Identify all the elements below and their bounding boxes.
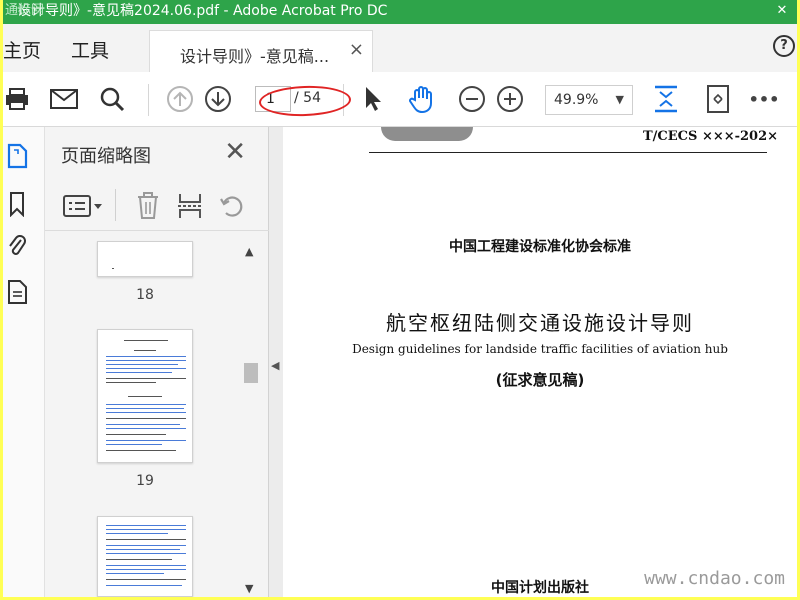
header-rule <box>369 152 767 153</box>
close-tab-icon[interactable]: × <box>349 39 364 60</box>
toolbar-separator <box>148 84 149 116</box>
rotate-page-icon[interactable] <box>217 191 247 221</box>
document-title-en: Design guidelines for landside traffic f… <box>352 342 728 356</box>
bookmark-icon[interactable] <box>3 187 31 221</box>
title-watermark: 通标网 <box>5 3 45 18</box>
search-icon[interactable] <box>97 84 127 114</box>
delete-page-icon[interactable] <box>133 191 163 221</box>
close-panel-icon[interactable]: ✕ <box>224 137 246 167</box>
thumbnail-options-icon[interactable] <box>63 191 103 221</box>
fit-page-icon[interactable] <box>651 84 681 114</box>
collapse-left-icon: ◀ <box>271 359 280 372</box>
print-icon[interactable] <box>3 84 33 114</box>
email-icon[interactable] <box>49 84 79 114</box>
previous-page-icon[interactable] <box>165 84 195 114</box>
close-window-button[interactable]: ✕ <box>767 0 797 24</box>
draft-label: (征求意见稿) <box>495 371 585 389</box>
site-watermark: www.cndao.com <box>644 568 785 589</box>
panel-collapse-handle[interactable]: ◀ <box>269 127 283 597</box>
main-toolbar: 1 / 54 49.9% ▼ ••• <box>3 72 797 127</box>
page-thumbnails-panel: 页面缩略图 ✕ 18 19 ▲ ▼ <box>45 127 269 597</box>
thumbnail-page-19[interactable] <box>97 329 193 463</box>
thumbnail-page-number: 19 <box>136 473 154 489</box>
pdf-page: T/CECS ×××-202× 中国工程建设标准化协会标准 航空枢纽陆侧交通设施… <box>283 127 797 597</box>
standard-code: T/CECS ×××-202× <box>643 129 779 144</box>
cover-logo <box>381 127 473 141</box>
scroll-up-icon[interactable]: ▲ <box>245 245 253 258</box>
help-icon[interactable]: ? <box>773 35 795 57</box>
association-name: 中国工程建设标准化协会标准 <box>449 239 631 255</box>
panel-title: 页面缩略图 <box>61 146 151 167</box>
document-properties-icon[interactable] <box>3 275 31 309</box>
toolbar-separator <box>115 189 116 221</box>
select-cursor-icon[interactable] <box>358 84 388 114</box>
tab-home[interactable]: 主页 <box>3 36 41 63</box>
left-navigation-rail <box>3 127 45 597</box>
split-page-icon[interactable] <box>175 191 205 221</box>
thumbnail-page-number: 18 <box>136 287 154 303</box>
window-title: 设计导则》-意见稿2024.06.pdf - Adobe Acrobat Pro… <box>17 3 388 19</box>
document-title-cn: 航空枢纽陆侧交通设施设计导则 <box>386 311 694 335</box>
scrollbar-thumb[interactable] <box>244 363 258 383</box>
tab-tools[interactable]: 工具 <box>71 36 109 63</box>
thumbnail-page-18[interactable] <box>97 241 193 277</box>
tab-document[interactable]: 设计导则》-意见稿... × <box>149 30 373 73</box>
window-controls: ✕ <box>767 0 797 24</box>
zoom-out-icon[interactable] <box>457 84 487 114</box>
tab-bar: 主页 工具 设计导则》-意见稿... × ? <box>3 24 797 73</box>
full-screen-icon[interactable] <box>703 84 733 114</box>
page-thumbnails-icon[interactable] <box>3 139 31 173</box>
title-bar: 通标网 设计导则》-意见稿2024.06.pdf - Adobe Acrobat… <box>3 0 797 24</box>
thumbnail-toolbar <box>45 179 269 231</box>
zoom-in-icon[interactable] <box>495 84 525 114</box>
acrobat-window: 通标网 设计导则》-意见稿2024.06.pdf - Adobe Acrobat… <box>3 0 797 597</box>
zoom-level-value: 49.9% <box>554 92 599 108</box>
next-page-icon[interactable] <box>203 84 233 114</box>
chevron-down-icon: ▼ <box>615 93 624 106</box>
zoom-level-select[interactable]: 49.9% ▼ <box>545 85 633 115</box>
document-tab-title: 设计导则》-意见稿... <box>180 47 330 66</box>
attachment-icon[interactable] <box>3 229 31 263</box>
document-viewer[interactable]: T/CECS ×××-202× 中国工程建设标准化协会标准 航空枢纽陆侧交通设施… <box>283 127 797 597</box>
scroll-down-icon[interactable]: ▼ <box>245 582 253 595</box>
thumbnail-page-20[interactable] <box>97 516 193 597</box>
more-tools-icon[interactable]: ••• <box>749 84 780 114</box>
hand-tool-icon[interactable] <box>407 84 437 114</box>
thumbnail-scrollbar[interactable]: ▲ ▼ <box>242 241 260 597</box>
